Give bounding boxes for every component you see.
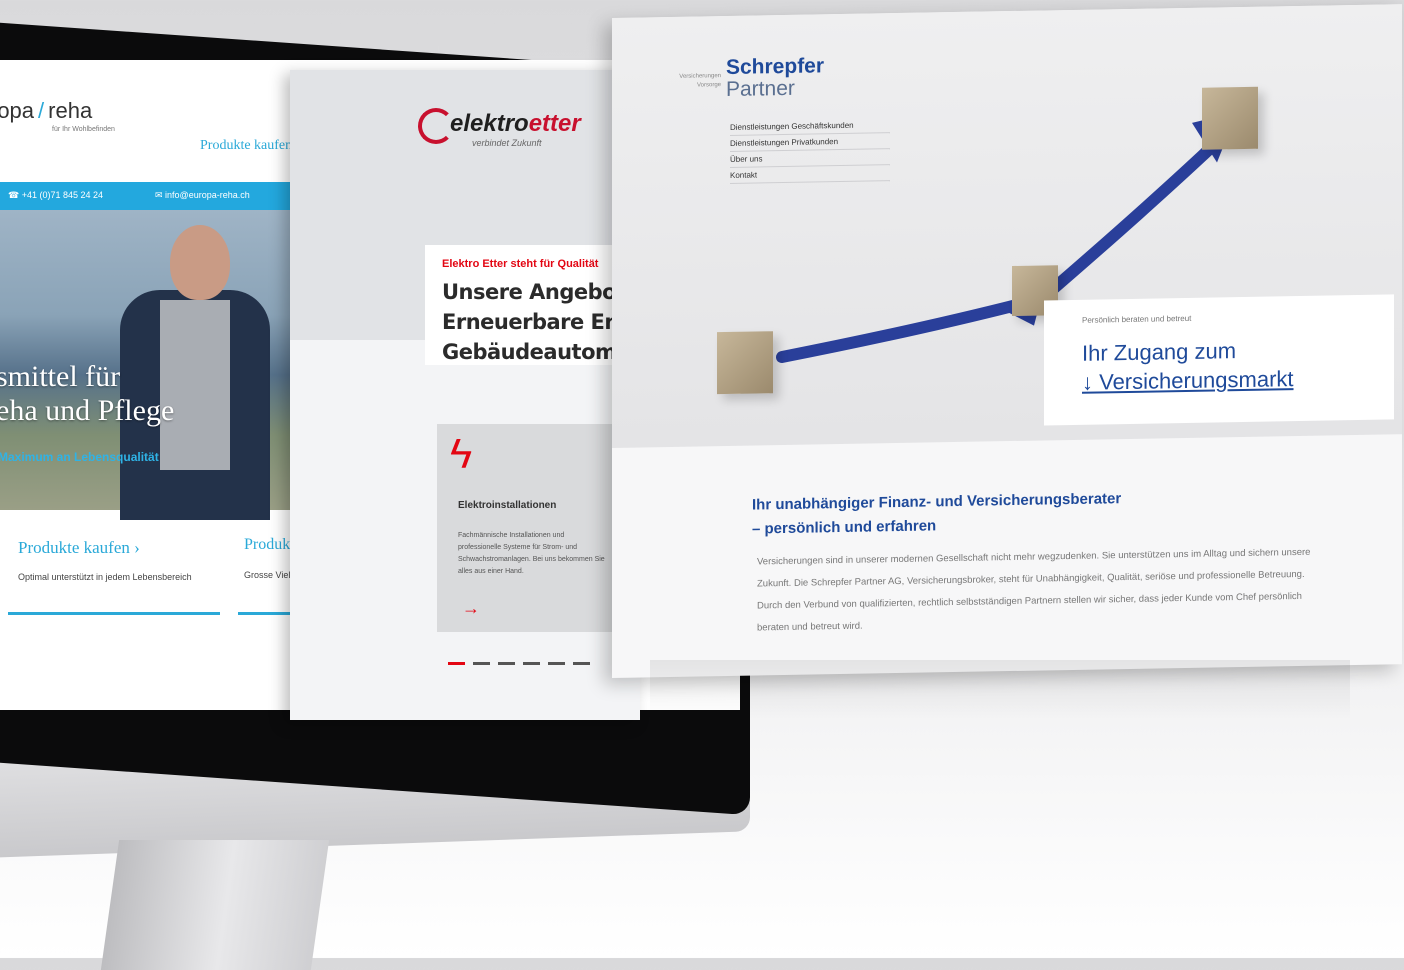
hero-person-head bbox=[170, 225, 230, 300]
service-card-text: Fachmännische Installationen und profess… bbox=[458, 532, 605, 575]
schrepfer-partner-website: Versicherungen Vorsorge Schrepfer Partne… bbox=[612, 4, 1402, 678]
europa-reha-logo[interactable]: ropa/reha bbox=[0, 98, 92, 124]
monitor-stand bbox=[100, 840, 330, 970]
logo-swoosh-icon: / bbox=[38, 98, 45, 123]
nav-produkte-kaufen[interactable]: Produkte kaufen bbox=[200, 138, 292, 154]
card-underline bbox=[8, 612, 220, 615]
hero-headline-line: Gebäudeautomatio bbox=[442, 340, 640, 364]
arrow-right-icon[interactable]: → bbox=[462, 598, 480, 619]
logo-tagline: für Ihr Wohlbefinden bbox=[52, 126, 115, 133]
slider-dot[interactable] bbox=[473, 662, 490, 665]
intro-paragraph: Versicherungen sind in unserer modernen … bbox=[757, 546, 1311, 634]
hero-subtitle: Maximum an Lebensqualität bbox=[0, 450, 159, 464]
card-produkte-kaufen-text: Optimal unterstützt in jedem Lebensberei… bbox=[18, 572, 192, 582]
hero-title: Ihr Zugang zum bbox=[1082, 338, 1237, 366]
slider-dot[interactable] bbox=[573, 662, 590, 665]
hero-headline-line: Unsere Angebotspa bbox=[442, 280, 640, 304]
service-card-title: Elektroinstallationen bbox=[458, 500, 557, 511]
hero-title-line2: eha und Pflege bbox=[0, 394, 175, 427]
logo-text-right: reha bbox=[48, 98, 93, 123]
versicherungsmarkt-link[interactable]: ↓ Versicherungsmarkt bbox=[1082, 366, 1294, 396]
hero-kicker: Persönlich beraten und betreut bbox=[1082, 313, 1192, 325]
hero-headline-line: Erneuerbare Energi bbox=[442, 310, 640, 334]
elektroetter-logo[interactable]: elektroetter bbox=[450, 110, 581, 138]
slider-dot[interactable] bbox=[498, 662, 515, 665]
phone-link[interactable]: ☎ +41 (0)71 845 24 24 bbox=[8, 190, 103, 201]
logo-prefix: elektro bbox=[450, 110, 529, 137]
floor-shadow bbox=[650, 660, 1350, 720]
elektroetter-logo-icon bbox=[418, 108, 454, 144]
email-link[interactable]: ✉ info@europa-reha.ch bbox=[155, 190, 250, 201]
lightning-bolt-icon: ϟ bbox=[450, 430, 473, 477]
slider-dot-active[interactable] bbox=[448, 662, 465, 665]
phone-number: +41 (0)71 845 24 24 bbox=[21, 190, 104, 200]
logo-subline: verbindet Zukunft bbox=[472, 138, 542, 148]
card-produkte-kaufen-link[interactable]: Produkte kaufen › bbox=[18, 538, 140, 558]
logo-text-left: ropa bbox=[0, 98, 35, 123]
slider-dot[interactable] bbox=[523, 662, 540, 665]
hero-claim: Elektro Etter steht für Qualität bbox=[442, 258, 599, 270]
slider-pagination bbox=[448, 652, 598, 670]
wooden-block bbox=[717, 331, 773, 395]
elektroetter-website: elektroetter verbindet Zukunft Elektro E… bbox=[290, 70, 640, 720]
wooden-block bbox=[1202, 86, 1258, 150]
section-heading: Ihr unabhängiger Finanz- und Versicherun… bbox=[752, 484, 1312, 542]
slider-dot[interactable] bbox=[548, 662, 565, 665]
logo-suffix: etter bbox=[528, 110, 581, 137]
hero-title-line1: smittel für bbox=[0, 360, 121, 393]
hero-title: smittel für eha und Pflege bbox=[0, 360, 174, 428]
email-address: info@europa-reha.ch bbox=[165, 190, 250, 200]
